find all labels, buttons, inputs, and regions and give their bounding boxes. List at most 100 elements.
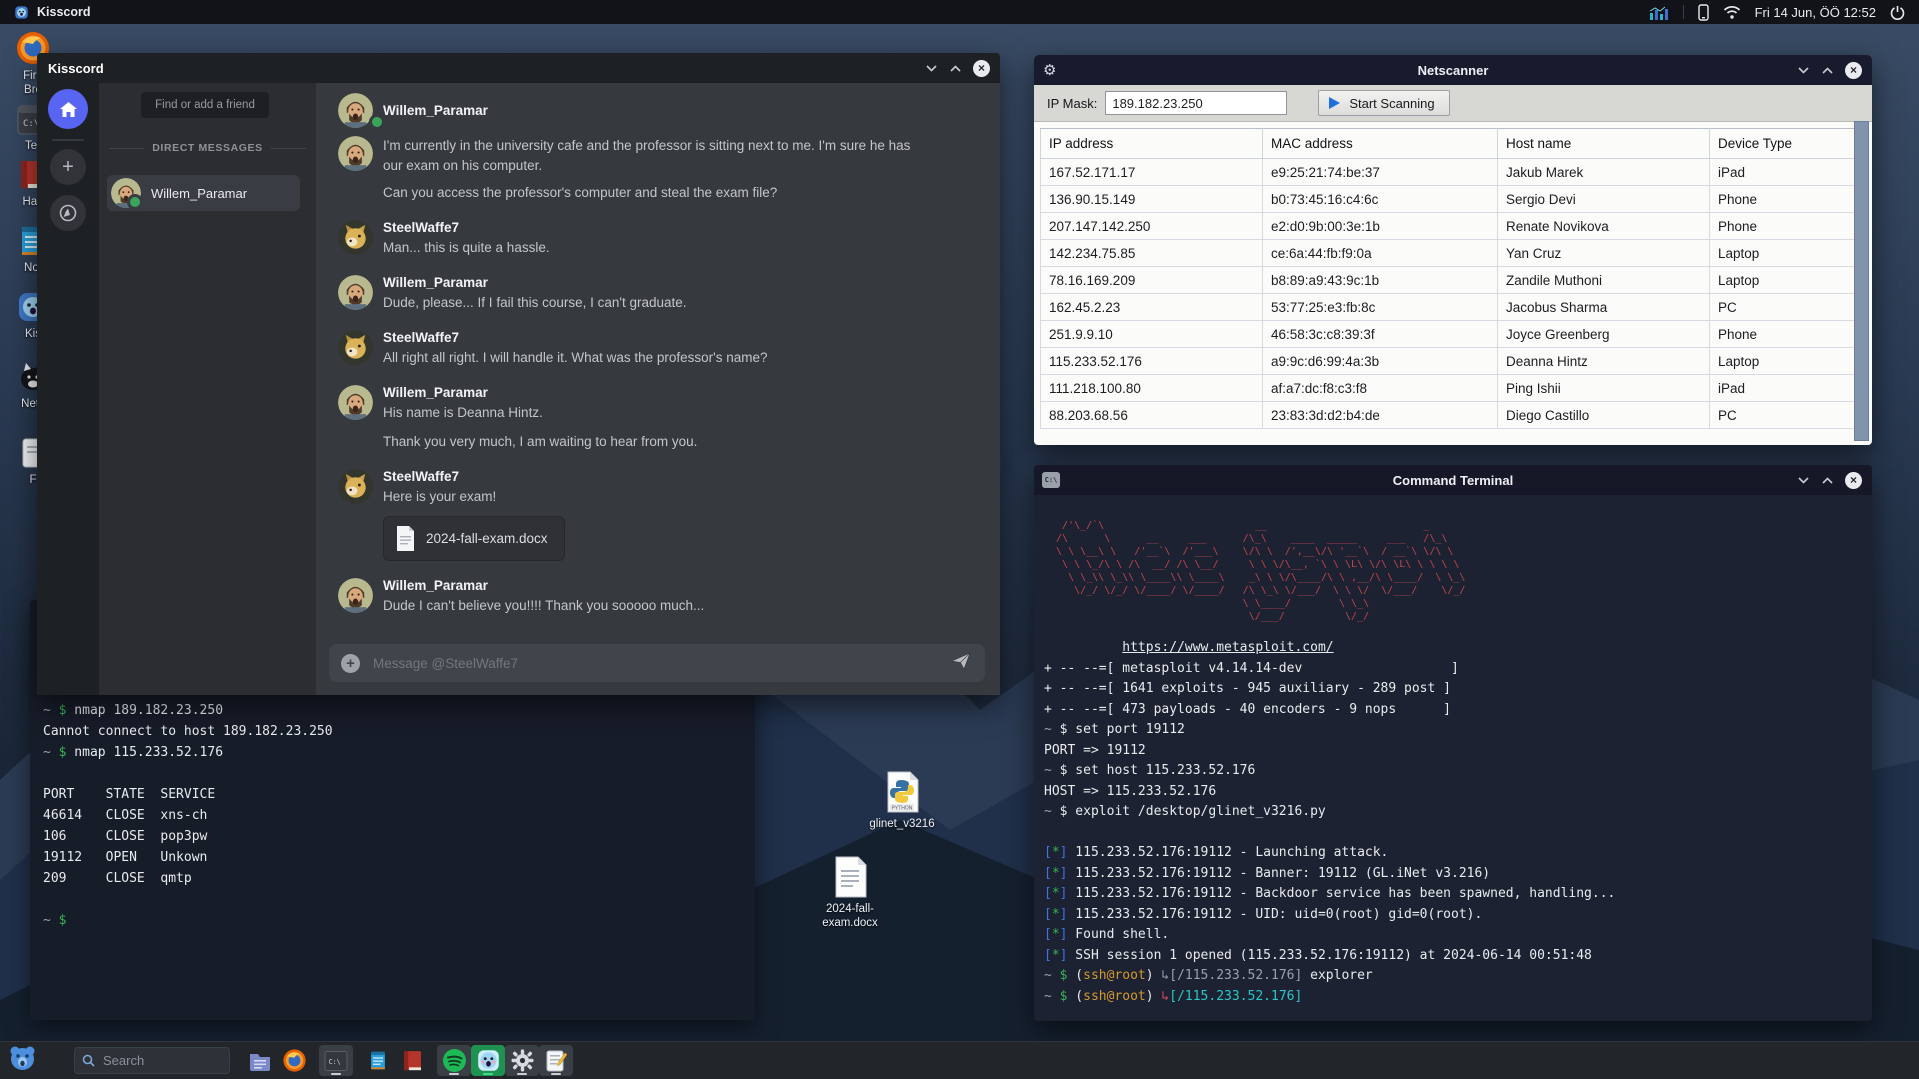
taskbar-browser[interactable] — [277, 1045, 311, 1076]
table-cell: 162.45.2.23 — [1040, 293, 1263, 321]
message-composer[interactable]: + Message @SteelWaffe7 — [329, 644, 985, 682]
column-header[interactable]: IP address — [1040, 128, 1263, 159]
message-input[interactable]: Message @SteelWaffe7 — [373, 656, 951, 671]
table-cell: 251.9.9.10 — [1040, 320, 1263, 348]
power-icon[interactable] — [1890, 5, 1905, 20]
table-cell: 167.52.171.17 — [1040, 158, 1263, 186]
taskbar-notes-app[interactable] — [539, 1045, 573, 1076]
table-cell: a9:9c:d6:99:4a:3b — [1262, 347, 1498, 375]
active-app-indicator[interactable]: Kisscord — [14, 5, 91, 20]
close-button[interactable]: × — [1845, 471, 1862, 489]
table-row[interactable]: 142.234.75.85 ce:6a:44:fb:f9:0a Yan Cruz La… — [1040, 239, 1856, 267]
spotify-icon — [442, 1049, 466, 1072]
search-icon — [82, 1054, 95, 1067]
terminal-line: [*] 115.233.52.176:19112 - UID: uid=0(ro… — [1044, 906, 1483, 922]
table-row[interactable]: 115.233.52.176 a9:9c:d6:99:4a:3b Deanna Hi… — [1040, 347, 1856, 375]
running-indicator — [449, 1073, 459, 1075]
clock[interactable]: Fri 14 Jun, ÖÖ 12:52 — [1755, 5, 1876, 20]
find-friend-placeholder: Find or add a friend — [155, 99, 255, 111]
phone-icon[interactable] — [1697, 3, 1709, 21]
find-friend-input[interactable]: Find or add a friend — [141, 92, 269, 118]
table-cell: 78.16.169.209 — [1040, 266, 1263, 294]
home-button[interactable] — [48, 89, 88, 129]
terminal-line: HOST => 115.233.52.176 — [1044, 783, 1217, 799]
python-file-icon: PYTHON — [887, 771, 919, 813]
kisscord-titlebar[interactable]: Kisscord × — [37, 53, 1000, 83]
scan-results-table: IP address MAC address Host name Device Typ… — [1040, 128, 1856, 440]
message-author: SteelWaffe7 — [383, 330, 460, 345]
taskbar-terminal[interactable]: C:\ — [319, 1045, 353, 1076]
taskbar-book[interactable] — [395, 1045, 429, 1076]
table-row[interactable]: 207.147.142.250 e2:d0:9b:00:3e:1b Renate N… — [1040, 212, 1856, 240]
taskbar-settings[interactable] — [505, 1045, 539, 1076]
table-cell: ce:6a:44:fb:f9:0a — [1262, 239, 1498, 267]
table-row[interactable]: 162.45.2.23 53:77:25:e3:fb:8c Jacobus Shar… — [1040, 293, 1856, 321]
maximize-button[interactable] — [949, 63, 961, 73]
table-cell: e9:25:21:74:be:37 — [1262, 158, 1498, 186]
taskbar-spotify[interactable] — [437, 1045, 471, 1076]
command-terminal-window: C:\ Command Terminal × /'\_/`\ __ _ /\ \… — [1034, 465, 1872, 1021]
table-cell: Joyce Greenberg — [1497, 320, 1710, 348]
terminal-line: ~ $ — [43, 913, 67, 928]
metasploit-ascii-banner: /'\_/`\ __ _ /\ \ __ ___ /\_\ ____ _____… — [1056, 520, 1466, 622]
column-header[interactable]: Host name — [1497, 128, 1710, 159]
terminal-line: ~ $ set port 19112 — [1044, 722, 1185, 737]
add-server-button[interactable]: + — [50, 149, 86, 185]
table-cell: Yan Cruz — [1497, 239, 1710, 267]
attach-plus-icon[interactable]: + — [341, 653, 360, 673]
os-menu-button[interactable] — [9, 1045, 36, 1076]
message-author: Willem_Paramar — [383, 578, 488, 593]
message-group: Willem_Paramar Dude, please... If I fail … — [338, 275, 986, 313]
terminal-body[interactable]: /'\_/`\ __ _ /\ \ __ ___ /\_\ ____ _____… — [1034, 495, 1872, 1021]
message-author: SteelWaffe7 — [383, 220, 460, 235]
taskbar-kisscord[interactable] — [471, 1045, 505, 1076]
maximize-button[interactable] — [1821, 65, 1833, 75]
terminal-line: [*] 115.233.52.176:19112 - Banner: 19112… — [1044, 865, 1491, 881]
message-text: Dude I can't believe you!!!! Thank you s… — [383, 598, 705, 613]
message-group: SteelWaffe7 All right all right. I will h… — [338, 330, 986, 368]
table-row[interactable]: 251.9.9.10 46:58:3c:c8:39:3f Joyce Greenbe… — [1040, 320, 1856, 348]
table-row[interactable]: 78.16.169.209 b8:89:a9:43:9c:1b Zandile Mu… — [1040, 266, 1856, 294]
taskbar-files[interactable] — [243, 1045, 277, 1076]
maximize-button[interactable] — [1821, 475, 1833, 485]
table-cell: iPad — [1709, 374, 1856, 402]
explore-button[interactable] — [50, 195, 86, 231]
minimize-button[interactable] — [1797, 475, 1809, 485]
column-header[interactable]: MAC address — [1262, 128, 1498, 159]
start-scanning-button[interactable]: Start Scanning — [1318, 90, 1450, 116]
attachment-file[interactable]: 2024-fall-exam.docx — [383, 516, 565, 561]
desktop-icon-python-file[interactable]: PYTHON glinet_v3216 — [866, 770, 938, 831]
wifi-icon[interactable] — [1723, 5, 1741, 19]
close-button[interactable]: × — [973, 59, 990, 77]
desktop-icon-docx-file[interactable]: 2024-fall- exam.docx — [814, 855, 886, 930]
table-row[interactable]: 136.90.15.149 b0:73:45:16:c4:6c Sergio Dev… — [1040, 185, 1856, 213]
gear-icon[interactable]: ⚙ — [1043, 61, 1056, 79]
avatar — [338, 275, 373, 310]
notes-icon — [371, 1051, 385, 1070]
tray-divider — [1682, 5, 1684, 19]
table-row[interactable]: 111.218.100.80 af:a7:dc:f8:c3:f8 Ping Ishi… — [1040, 374, 1856, 402]
taskbar-notebook[interactable] — [361, 1045, 395, 1076]
terminal-line: ~ $ exploit /desktop/glinet_v3216.py — [1044, 804, 1326, 819]
message-group: Willem_Paramar Dude I can't believe you!!… — [338, 578, 986, 616]
avatar — [338, 93, 373, 128]
netscanner-titlebar[interactable]: ⚙ Netscanner × — [1034, 55, 1872, 85]
minimize-button[interactable] — [1797, 65, 1809, 75]
table-row[interactable]: 167.52.171.17 e9:25:21:74:be:37 Jakub Mare… — [1040, 158, 1856, 186]
send-icon[interactable] — [950, 651, 971, 676]
close-button[interactable]: × — [1845, 61, 1862, 79]
message-text: Can you access the professor's computer … — [383, 185, 778, 200]
table-scrollbar[interactable] — [1854, 121, 1869, 441]
terminal-titlebar[interactable]: C:\ Command Terminal × — [1034, 465, 1872, 495]
column-header[interactable]: Device Type — [1709, 128, 1856, 159]
message-author: Willem_Paramar — [383, 385, 488, 400]
table-row[interactable]: 88.203.68.56 23:83:3d:d2:b4:de Diego Casti… — [1040, 401, 1856, 429]
book-icon — [403, 1050, 421, 1070]
ip-mask-input[interactable] — [1105, 91, 1288, 115]
activity-chart-icon[interactable] — [1649, 5, 1669, 20]
table-cell: Sergio Devi — [1497, 185, 1710, 213]
terminal-line: + -- --=[ 473 payloads - 40 encoders - 9… — [1044, 701, 1451, 717]
taskbar-search[interactable]: Search — [74, 1047, 230, 1074]
dm-list-item[interactable]: Willem_Paramar — [107, 175, 300, 211]
minimize-button[interactable] — [925, 63, 937, 73]
